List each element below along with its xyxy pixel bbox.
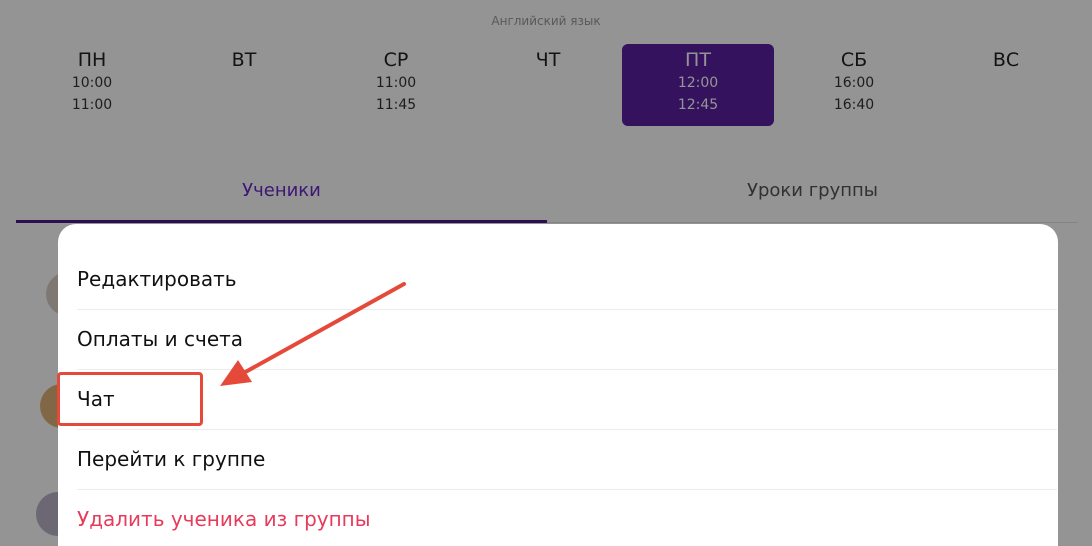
- menu-item-go-to-group[interactable]: Перейти к группе: [77, 429, 1057, 490]
- menu-item-payments[interactable]: Оплаты и счета: [77, 309, 1057, 370]
- annotation-highlight-box: [57, 372, 203, 426]
- menu-item-chat[interactable]: Чат: [77, 369, 1057, 430]
- group-page: Английский язык ПН 10:00 11:00 ВТ СР 11:…: [0, 0, 1092, 546]
- menu-item-remove-student[interactable]: Удалить ученика из группы: [77, 489, 1057, 546]
- student-actions-menu: Редактировать Оплаты и счета Чат Перейти…: [58, 224, 1058, 546]
- menu-item-edit[interactable]: Редактировать: [77, 249, 1057, 310]
